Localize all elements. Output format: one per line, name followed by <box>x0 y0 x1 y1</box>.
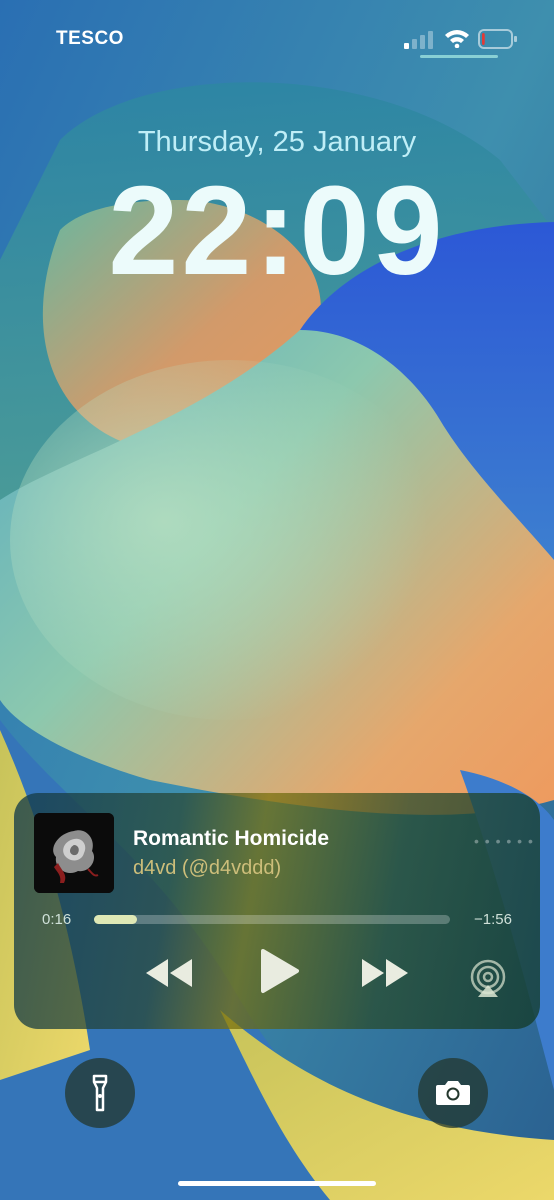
forward-icon[interactable] <box>358 951 410 991</box>
progress-fill <box>94 915 137 924</box>
battery-icon <box>478 29 517 49</box>
song-title: Romantic Homicide <box>133 827 330 850</box>
now-playing-widget[interactable]: Romantic Homicide d4vd (@d4vddd) • • • •… <box>14 793 540 1029</box>
artist-name: d4vd (@d4vddd) <box>133 857 282 879</box>
battery-fill <box>482 33 485 45</box>
progress-scrubber[interactable] <box>94 915 450 924</box>
lock-time: 22:09 <box>108 160 446 301</box>
signal-icon <box>404 31 433 49</box>
camera-button[interactable] <box>418 1058 488 1128</box>
remaining-time: −1:56 <box>474 911 512 928</box>
status-bar: TESCO <box>0 26 554 56</box>
backward-icon[interactable] <box>144 951 196 991</box>
flashlight-button[interactable] <box>65 1058 135 1128</box>
control-center-indicator[interactable] <box>420 55 498 58</box>
elapsed-time: 0:16 <box>42 911 72 928</box>
airplay-icon[interactable] <box>468 959 508 999</box>
camera-icon <box>436 1081 470 1105</box>
carrier-label: TESCO <box>56 28 124 49</box>
more-options-icon[interactable]: • • • • • • <box>474 833 534 849</box>
wifi-icon <box>445 30 469 48</box>
flashlight-icon <box>92 1074 108 1112</box>
album-art[interactable] <box>34 813 114 893</box>
lock-date: Thursday, 25 January <box>137 126 417 158</box>
home-indicator[interactable] <box>178 1181 376 1186</box>
play-icon[interactable] <box>257 945 301 997</box>
rose-artwork <box>34 813 114 893</box>
